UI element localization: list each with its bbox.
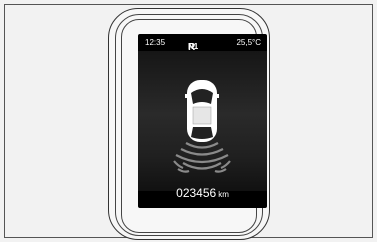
gear-other: N1 [188, 42, 199, 51]
outside-temperature: 25,5°C [236, 38, 261, 47]
parking-sensor-graphic [173, 80, 231, 173]
odometer: 023456 km [138, 184, 267, 202]
parking-sensor-view [138, 51, 267, 191]
odometer-unit: km [218, 190, 229, 199]
clock: 12:35 [145, 38, 166, 47]
odometer-value: 023456 [176, 186, 217, 200]
instrument-screen: 12:35 R N1 25,5°C 023456 km [138, 34, 267, 208]
car-icon [185, 80, 219, 142]
status-bar: 12:35 R N1 25,5°C [138, 34, 267, 53]
rear-sensor-arcs [173, 142, 231, 173]
